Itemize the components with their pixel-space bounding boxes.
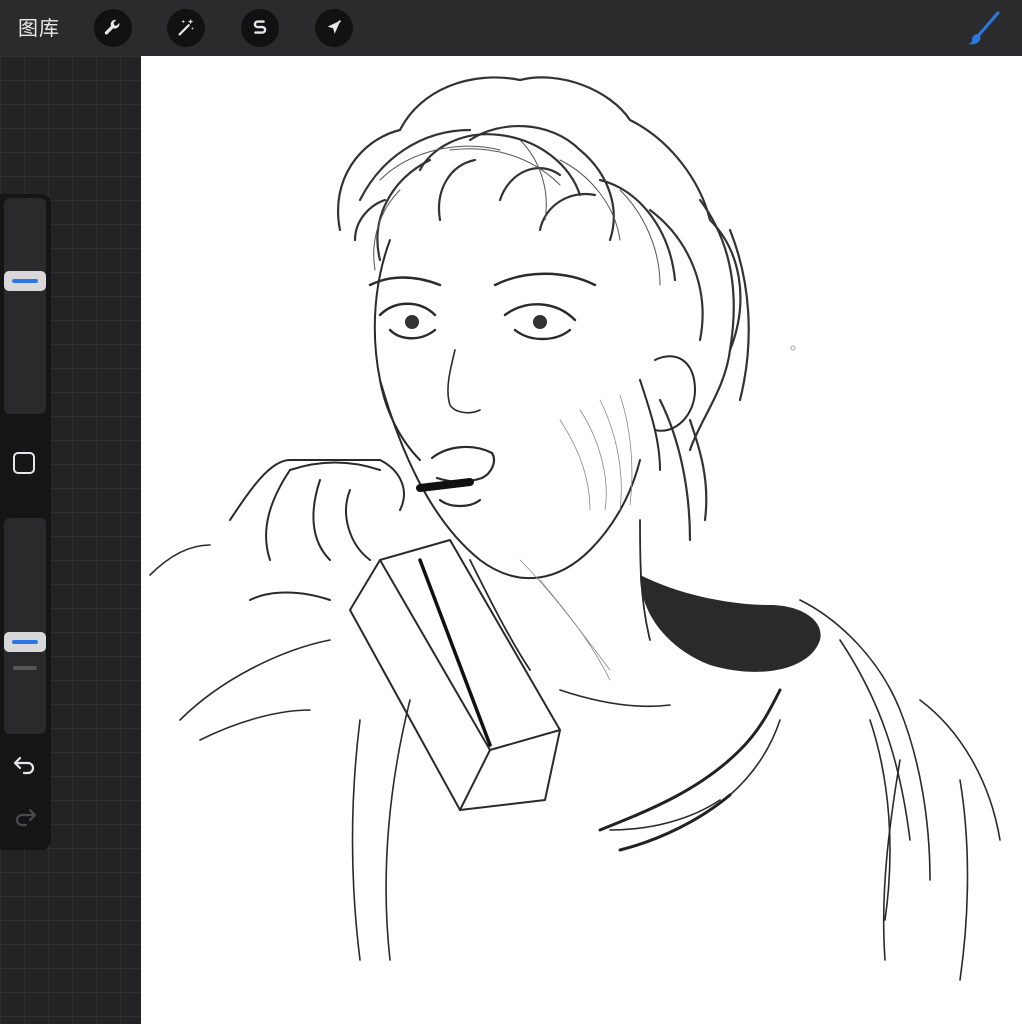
opacity-thumb[interactable] (4, 631, 46, 652)
brush-button[interactable] (964, 10, 1002, 48)
brush-size-slider[interactable] (4, 198, 46, 414)
pencil-sketch (149, 76, 1001, 981)
arrow-cursor-icon (327, 20, 342, 34)
redo-icon[interactable] (12, 804, 38, 830)
transform-button[interactable] (315, 9, 353, 47)
selection-button[interactable] (241, 9, 279, 47)
gallery-button[interactable]: 图库 (18, 12, 60, 44)
wrench-icon (104, 19, 120, 35)
brush-size-thumb[interactable] (4, 270, 46, 291)
opacity-previous-marker (13, 665, 37, 670)
top-toolbar: 图库 (0, 0, 1022, 56)
opacity-slider[interactable] (4, 518, 46, 734)
adjustments-button[interactable] (167, 9, 205, 47)
actions-button[interactable] (94, 9, 132, 47)
drawing-canvas[interactable] (141, 56, 1022, 1024)
sidebar (0, 194, 51, 850)
magic-wand-icon (178, 18, 194, 36)
brush-icon (968, 11, 1000, 45)
undo-icon[interactable] (12, 752, 38, 778)
modify-button[interactable] (13, 452, 35, 474)
selection-s-icon (253, 20, 267, 34)
